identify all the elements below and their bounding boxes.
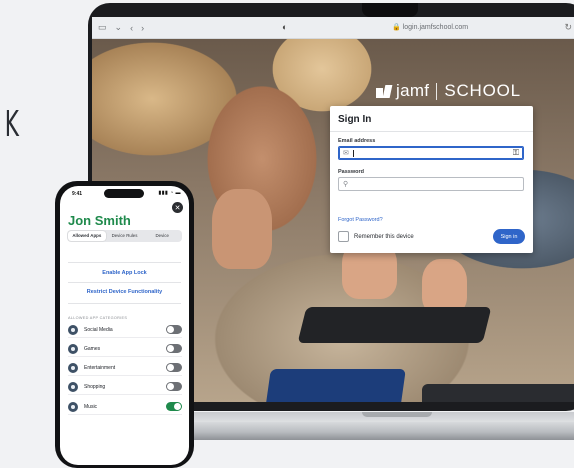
brand-divider [436,82,438,100]
brand-product: SCHOOL [444,81,521,100]
games-icon [68,343,78,354]
divider [68,262,181,263]
back-icon[interactable]: ‹ [130,23,133,33]
music-toggle[interactable] [166,402,182,411]
child-hand [212,189,272,269]
signin-card: Sign In Email address ✉ ⚿ Password ⚲ For… [330,106,533,253]
tab-device-rules[interactable]: Device Rules [106,231,144,241]
category-label: Entertainment [84,364,116,371]
email-label: Email address [338,138,376,144]
close-icon[interactable]: ✕ [172,202,183,213]
signal-battery-icon: ▮▮▮ ◔ ▬ [158,190,181,196]
password-manager-icon[interactable]: ⚿ [513,148,519,158]
phone-screen: 9:41 ▮▮▮ ◔ ▬ ✕ Jon Smith Allowed Apps De… [60,186,189,465]
entertainment-toggle[interactable] [166,363,182,372]
status-bar: 9:41 ▮▮▮ ◔ ▬ [60,186,189,200]
remember-checkbox[interactable] [338,231,349,242]
category-row-games: Games [68,341,182,357]
segmented-tabs: Allowed Apps Device Rules Device [67,230,182,242]
divider [68,303,181,304]
shield-icon[interactable]: ◐ [282,22,287,32]
password-field[interactable]: ⚲ [338,177,524,191]
category-label: Games [84,345,101,352]
chevron-down-icon[interactable]: ⌄ [115,22,123,33]
forgot-password-link[interactable]: Forgot Password? [338,217,383,223]
divider [330,131,533,132]
shopping-toggle[interactable] [166,382,182,391]
tab-device[interactable]: Device [143,231,181,241]
category-label: Music [84,403,98,410]
brand-logo: jamf SCHOOL [376,81,521,101]
student-name: Jon Smith [68,213,131,228]
lock-icon: 🔒 [392,24,401,31]
dynamic-island [104,189,144,198]
jamf-logo-icon [376,85,391,98]
status-time: 9:41 [72,191,83,197]
sidebar-icon[interactable]: ▭ [98,22,107,33]
category-label: Social Media [84,326,113,333]
tablet-device [297,307,492,343]
music-icon [68,401,78,412]
forward-icon[interactable]: › [141,23,144,33]
tablet-device [422,384,574,402]
url-text: login.jamfschool.com [402,24,469,31]
signin-button[interactable]: Sign in [493,229,525,244]
games-toggle[interactable] [166,344,182,353]
brand-name: jamf [396,81,430,100]
remember-device[interactable]: Remember this device [338,231,414,242]
address-bar[interactable]: 🔒 login.jamfschool.com [392,23,468,31]
social-media-icon [68,324,78,335]
laptop-opening-notch [362,412,432,417]
social-media-toggle[interactable] [166,325,182,334]
entertainment-icon [68,362,78,373]
browser-toolbar: ▭ ⌄ ‹ › ◐ 🔒 login.jamfschool.com ↻ [92,17,574,39]
category-row-social-media: Social Media [68,322,182,338]
enable-app-lock-button[interactable]: Enable App Lock [60,270,189,276]
camera-notch [362,3,418,17]
category-label: Shopping [84,383,106,390]
phone: 9:41 ▮▮▮ ◔ ▬ ✕ Jon Smith Allowed Apps De… [55,181,194,468]
section-header: ALLOWED APP CATEGORIES [68,316,128,320]
signin-title: Sign In [338,114,372,125]
shopping-icon [68,381,78,392]
password-label: Password [338,169,364,175]
divider [68,282,181,283]
category-row-music: Music [68,399,182,415]
edge-glyph: K [4,104,19,145]
email-icon: ✉ [343,150,349,157]
text-cursor [353,150,354,157]
restrict-device-button[interactable]: Restrict Device Functionality [60,289,189,295]
marketing-stage: K ▭ ⌄ ‹ › ◐ 🔒 login.jamfschool.com ↻ jam… [0,0,574,468]
email-field[interactable]: ✉ ⚿ [338,146,524,160]
tablet-device [263,369,406,402]
child-hand [422,259,467,314]
tab-allowed-apps[interactable]: Allowed Apps [68,231,106,241]
category-row-entertainment: Entertainment [68,360,182,376]
remember-label: Remember this device [354,233,414,240]
reload-icon[interactable]: ↻ [564,22,572,33]
lock-icon: ⚲ [343,181,349,188]
category-row-shopping: Shopping [68,379,182,395]
